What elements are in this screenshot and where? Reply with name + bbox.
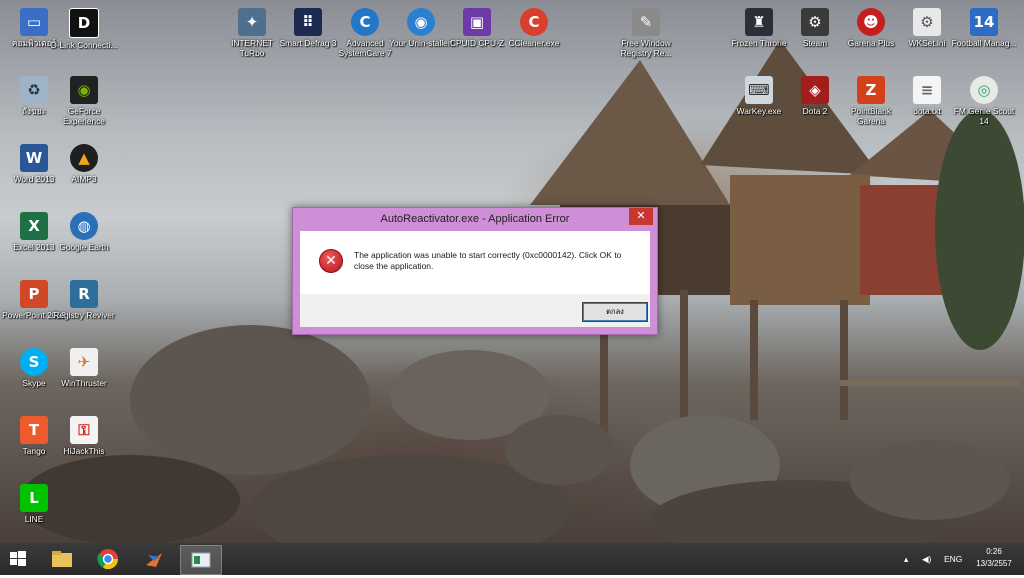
desktop: ▭ คอมพิวเตอร์ D D-Link Connecti... ✦ INT… [0, 0, 1024, 543]
frozen-throne-icon: ♜ [745, 8, 773, 36]
error-icon: ✕ [319, 249, 343, 273]
ini-file-icon: ⚙ [913, 8, 941, 36]
geforce-icon: ◉ [70, 76, 98, 104]
dialog-content: ✕ The application was unable to start co… [300, 231, 650, 294]
desktop-icon-line[interactable]: L LINE [0, 480, 68, 542]
taskbar-winthruster[interactable] [134, 545, 174, 573]
chevron-up-icon: ▴ [904, 554, 909, 564]
ok-button[interactable]: ตกลง [582, 302, 648, 322]
football-manager-icon: 14 [970, 8, 998, 36]
pointblank-icon: Z [857, 76, 885, 104]
error-message: The application was unable to start corr… [354, 250, 622, 271]
advanced-systemcare-icon: C [351, 8, 379, 36]
taskbar: ▴ ◀) ENG 0:26 13/3/2557 [0, 543, 1024, 575]
desktop-icon-fm-genie[interactable]: ◎ FM Genie Scout 14 [950, 72, 1018, 134]
application-window-icon [191, 552, 211, 568]
winthruster-icon: ✈ [70, 348, 98, 376]
dota2-icon: ◈ [801, 76, 829, 104]
desktop-icon-free-window-registry[interactable]: ✎ Free Window Registry Re... [612, 4, 680, 66]
recycle-bin-icon: ♻ [20, 76, 48, 104]
hijackthis-icon: ⚿ [70, 416, 98, 444]
desktop-icon-registry-reviver[interactable]: R Registry Reviver [50, 276, 118, 338]
steam-icon: ⚙ [801, 8, 829, 36]
line-icon: L [20, 484, 48, 512]
google-earth-icon: ◍ [70, 212, 98, 240]
internet-turbo-icon: ✦ [238, 8, 266, 36]
word-icon: W [20, 144, 48, 172]
taskbar-chrome[interactable] [88, 545, 128, 573]
ccleaner-icon: C [520, 8, 548, 36]
language-indicator[interactable]: ENG [944, 543, 962, 575]
windows-logo-icon [10, 551, 26, 566]
desktop-icon-hijackthis[interactable]: ⚿ HiJackThis [50, 412, 118, 474]
computer-icon: ▭ [20, 8, 48, 36]
close-icon: ✕ [636, 209, 646, 222]
start-button[interactable] [0, 545, 36, 573]
warkey-icon: ⌨ [745, 76, 773, 104]
clock-time: 0:26 [986, 547, 1002, 556]
show-hidden-icons-button[interactable]: ▴ [904, 543, 908, 575]
skype-icon: S [20, 348, 48, 376]
dialog-title[interactable]: AutoReactivator.exe - Application Error [293, 208, 657, 230]
registry-reviver-icon: R [70, 280, 98, 308]
aimp-icon: ▲ [70, 144, 98, 172]
volume-button[interactable]: ◀) [922, 543, 931, 575]
desktop-icon-ccleaner[interactable]: C CCleaner.exe [500, 4, 568, 66]
powerpoint-icon: P [20, 280, 48, 308]
garena-icon: ☻ [857, 8, 885, 36]
folder-icon [52, 551, 72, 567]
desktop-icon-google-earth[interactable]: ◍ Google Earth [50, 208, 118, 270]
speaker-icon: ◀) [922, 554, 932, 564]
dlink-icon: D [69, 8, 99, 38]
tango-icon: T [20, 416, 48, 444]
registry-repair-icon: ✎ [632, 8, 660, 36]
winthruster-taskbar-icon [146, 553, 162, 567]
clock[interactable]: 0:26 13/3/2557 [968, 546, 1020, 570]
text-file-icon: ≡ [913, 76, 941, 104]
clock-date: 13/3/2557 [976, 559, 1012, 568]
desktop-icon-geforce[interactable]: ◉ GeForce Experience [50, 72, 118, 134]
fm-genie-icon: ◎ [970, 76, 998, 104]
desktop-icon-dlink[interactable]: D D-Link Connecti... [50, 4, 118, 66]
desktop-icon-winthruster[interactable]: ✈ WinThruster [50, 344, 118, 406]
smart-defrag-icon: ⠿ [294, 8, 322, 36]
cpuz-icon: ▣ [463, 8, 491, 36]
taskbar-autoreactivator[interactable] [180, 545, 222, 575]
excel-icon: X [20, 212, 48, 240]
desktop-icon-aimp3[interactable]: ▲ AIMP3 [50, 140, 118, 202]
dialog-body: ✕ The application was unable to start co… [300, 231, 650, 327]
chrome-icon [97, 549, 119, 570]
desktop-icon-football-manager[interactable]: 14 Football Manag... [950, 4, 1018, 66]
application-error-dialog: AutoReactivator.exe - Application Error … [292, 207, 658, 335]
close-button[interactable]: ✕ [629, 208, 653, 225]
your-uninstaller-icon: ◉ [407, 8, 435, 36]
taskbar-file-explorer[interactable] [42, 545, 82, 573]
